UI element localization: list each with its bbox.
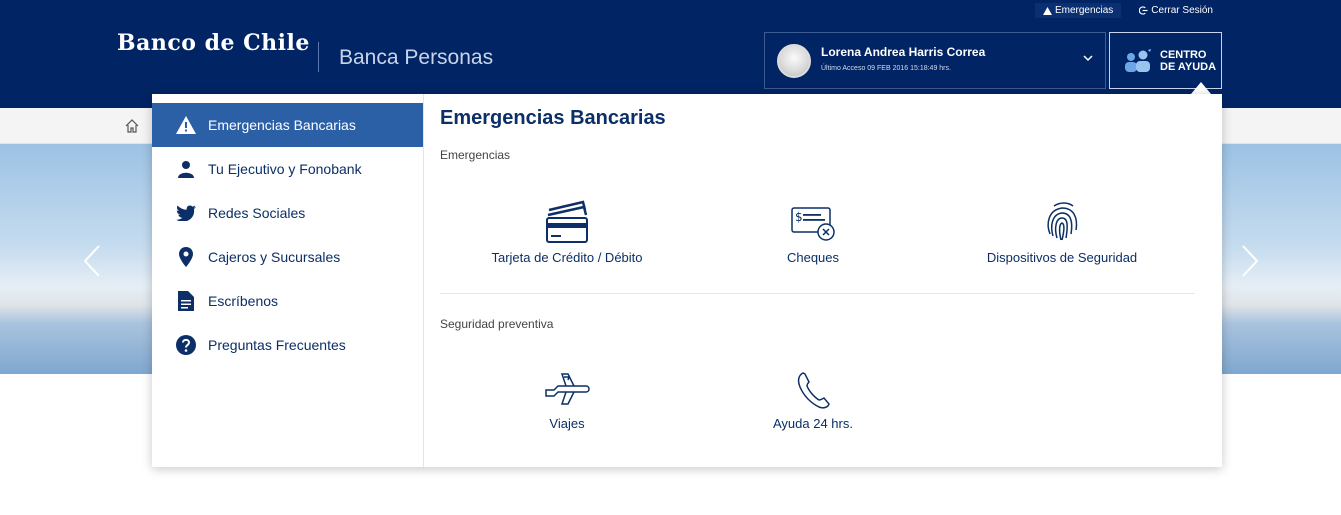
logout-link-label: Cerrar Sesión (1151, 5, 1213, 16)
logout-link[interactable]: Cerrar Sesión (1131, 3, 1221, 18)
sidebar-item-label: Tu Ejecutivo y Fonobank (208, 161, 362, 177)
help-center-button[interactable]: CENTRO DE AYUDA (1109, 32, 1222, 89)
tile-viajes-label: Viajes (549, 416, 585, 431)
help-label-line1: CENTRO (1160, 48, 1207, 61)
phone-icon (797, 372, 830, 409)
help-content: Emergencias Bancarias Emergencias Tarjet… (440, 94, 1210, 467)
sidebar-item-label: Cajeros y Sucursales (208, 249, 341, 265)
svg-text:$: $ (795, 210, 803, 224)
subbrand-title: Banca Personas (339, 46, 494, 69)
chevron-down-icon (1083, 55, 1093, 62)
tile-tarjeta-label: Tarjeta de Crédito / Débito (491, 250, 643, 265)
tile-dispositivos[interactable]: Dispositivos de Seguridad (942, 200, 1182, 265)
emergencias-link-label: Emergencias (1054, 5, 1114, 16)
tile-tarjeta[interactable]: Tarjeta de Crédito / Débito (447, 200, 687, 265)
carousel-next-icon[interactable] (1240, 244, 1260, 278)
help-center-panel: Emergencias Bancarias Tu Ejecutivo y Fon… (152, 94, 1222, 467)
user-name: Lorena Andrea Harris Correa (821, 45, 986, 59)
sidebar-item-label: Emergencias Bancarias (208, 117, 356, 133)
sidebar-item-cajeros[interactable]: Cajeros y Sucursales (152, 235, 423, 279)
help-dropdown-caret (1191, 82, 1211, 94)
tile-viajes[interactable]: Viajes (447, 370, 687, 431)
tile-cheques-label: Cheques (786, 250, 840, 265)
tile-ayuda-label: Ayuda 24 hrs. (773, 416, 853, 431)
logout-icon (1139, 6, 1148, 15)
help-sidebar: Emergencias Bancarias Tu Ejecutivo y Fon… (152, 94, 424, 467)
top-links: Emergencias Cerrar Sesión (1034, 3, 1221, 18)
warning-icon (176, 115, 196, 135)
sidebar-item-label: Escríbenos (208, 293, 279, 309)
bank-logo[interactable]: Banco de Chile (117, 30, 310, 56)
section-label-seguridad: Seguridad preventiva (440, 317, 554, 331)
cheque-icon: $ (791, 207, 835, 241)
help-people-icon (1125, 48, 1151, 72)
help-label-line2: DE AYUDA (1160, 60, 1217, 73)
sidebar-item-emergencias[interactable]: Emergencias Bancarias (152, 103, 423, 147)
section-divider (440, 293, 1195, 294)
section-label-emergencias: Emergencias (440, 148, 511, 162)
home-icon[interactable] (124, 118, 140, 134)
sidebar-item-escribenos[interactable]: Escríbenos (152, 279, 423, 323)
user-menu[interactable]: Lorena Andrea Harris Correa Último Acces… (764, 32, 1106, 89)
person-icon (176, 159, 196, 179)
logo-divider (318, 42, 319, 72)
carousel-prev-icon[interactable] (82, 244, 102, 278)
tile-cheques[interactable]: $ Cheques (693, 200, 933, 265)
airplane-icon (545, 373, 590, 405)
emergencias-link[interactable]: Emergencias (1034, 3, 1122, 18)
credit-card-icon (546, 200, 588, 243)
warning-small-icon (1042, 6, 1052, 15)
sidebar-item-preguntas[interactable]: Preguntas Frecuentes (152, 323, 423, 367)
sidebar-item-label: Redes Sociales (208, 205, 306, 221)
content-title: Emergencias Bancarias (440, 107, 666, 129)
fingerprint-icon (1047, 202, 1078, 241)
sidebar-item-label: Preguntas Frecuentes (208, 337, 346, 353)
location-pin-icon (176, 247, 196, 267)
twitter-icon (176, 203, 196, 223)
sidebar-item-redes[interactable]: Redes Sociales (152, 191, 423, 235)
tile-ayuda[interactable]: Ayuda 24 hrs. (693, 370, 933, 431)
avatar (777, 44, 811, 78)
tile-dispositivos-label: Dispositivos de Seguridad (986, 250, 1138, 265)
document-icon (176, 291, 196, 311)
last-access: Último Acceso 09 FEB 2016 15:18:49 hrs. (821, 65, 951, 72)
question-icon (176, 335, 196, 355)
sidebar-item-ejecutivo[interactable]: Tu Ejecutivo y Fonobank (152, 147, 423, 191)
